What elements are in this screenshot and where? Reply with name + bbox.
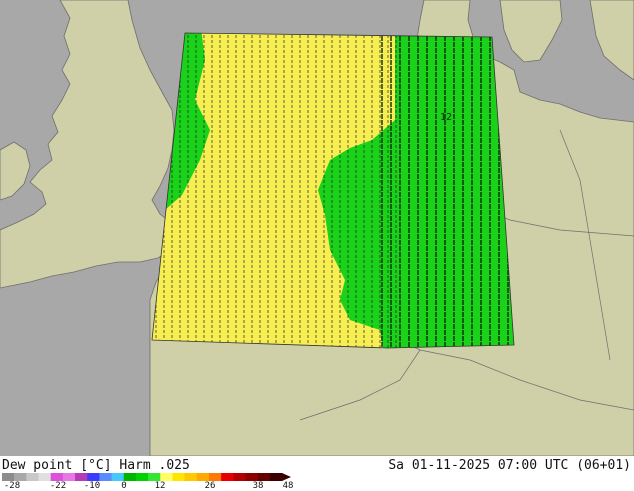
forecast-time: Sa 01-11-2025 07:00 UTC (06+01) (388, 458, 631, 473)
legend-swatch (245, 473, 259, 481)
legend-swatch (99, 473, 112, 481)
legend-swatch (172, 473, 185, 481)
map-canvas: 12 (0, 0, 634, 456)
dewpoint-field (152, 33, 514, 348)
legend-swatch (14, 473, 27, 481)
legend-swatch (2, 473, 15, 481)
legend-swatch (123, 473, 137, 481)
legend-swatch (233, 473, 246, 481)
legend-swatch (269, 473, 283, 481)
legend-swatch (208, 473, 222, 481)
map-title: Dew point [°C] Harm .025 (2, 458, 190, 473)
legend-swatch (50, 473, 64, 481)
legend-swatch (221, 473, 234, 481)
legend-swatch (111, 473, 125, 481)
legend-swatch (257, 473, 271, 481)
legend-swatch (148, 473, 161, 481)
legend-swatch (87, 473, 100, 481)
legend-swatch (62, 473, 76, 481)
legend-swatch (38, 473, 52, 481)
legend-swatch (196, 473, 210, 481)
legend-arrow (282, 473, 291, 481)
legend-swatch (135, 473, 149, 481)
contour-label: 12 (440, 112, 452, 123)
legend-swatch (160, 473, 173, 481)
legend-swatch (75, 473, 88, 481)
legend-swatch (184, 473, 198, 481)
legend-swatch (26, 473, 39, 481)
